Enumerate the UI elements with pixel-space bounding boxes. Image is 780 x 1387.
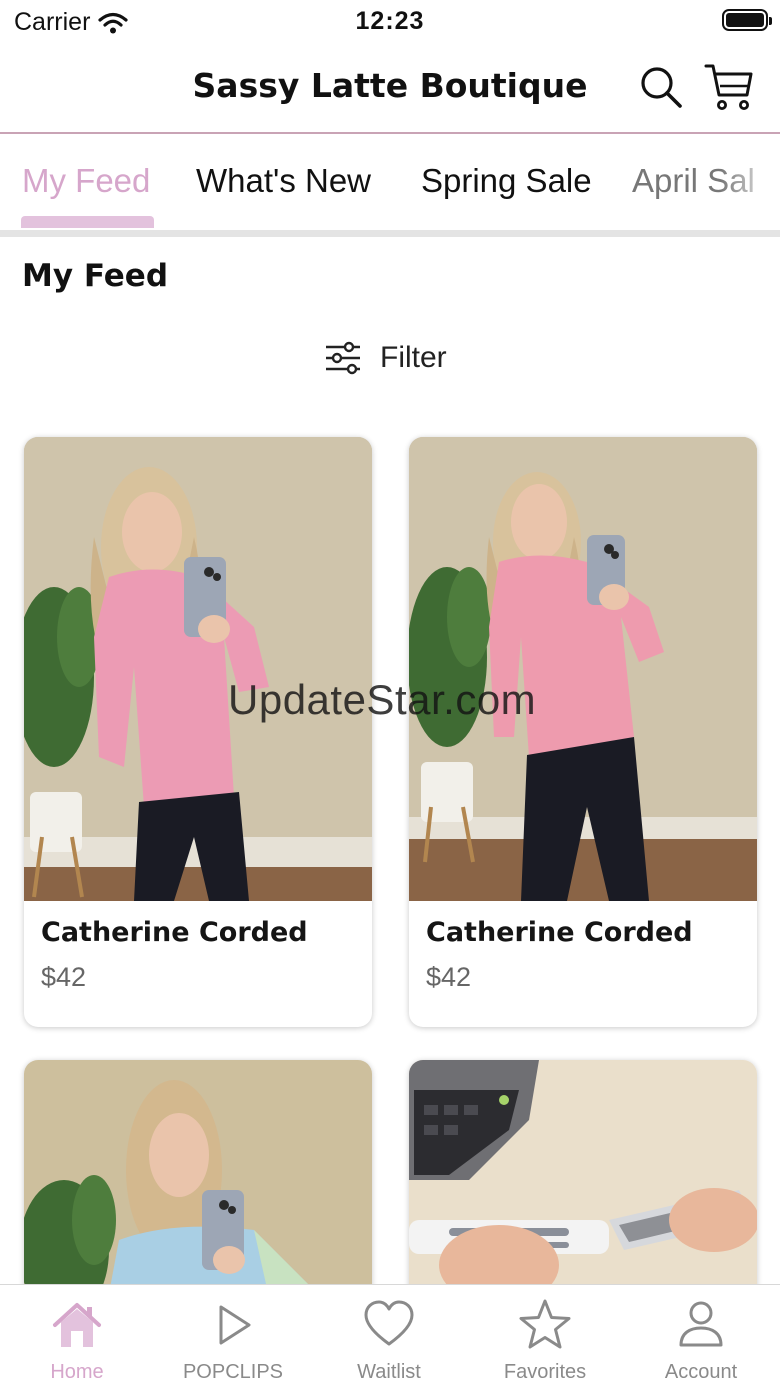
active-tab-indicator <box>21 216 154 228</box>
nav-label: POPCLIPS <box>182 1361 284 1383</box>
product-name: Catherine Corded <box>426 917 693 948</box>
tab-whats-new[interactable]: What's New <box>196 162 371 200</box>
nav-label: Account <box>664 1361 738 1383</box>
product-card[interactable] <box>409 1060 757 1320</box>
nav-popclips[interactable]: POPCLIPS <box>158 1297 308 1387</box>
tabs-divider <box>0 230 780 237</box>
cart-icon <box>704 64 753 111</box>
play-icon <box>205 1297 261 1353</box>
tab-spring-sale[interactable]: Spring Sale <box>421 162 592 200</box>
product-image <box>24 437 372 901</box>
filter-button[interactable]: Filter <box>324 338 447 378</box>
product-price: $42 <box>41 962 87 992</box>
product-card[interactable] <box>24 1060 372 1320</box>
product-card[interactable]: Catherine Corded $42 <box>24 437 372 1027</box>
product-image <box>409 437 757 901</box>
heart-icon <box>361 1297 417 1353</box>
category-tabs: My Feed What's New Spring Sale April Sal <box>0 136 780 230</box>
nav-home[interactable]: Home <box>2 1297 152 1387</box>
product-image <box>24 1060 372 1320</box>
product-card[interactable]: Catherine Corded $42 <box>409 437 757 1027</box>
bottom-nav: Home POPCLIPS Waitlist Favorites Account <box>0 1284 780 1387</box>
product-image <box>409 1060 757 1320</box>
search-icon <box>641 67 682 108</box>
tabs-fade <box>720 136 780 230</box>
status-bar: Carrier 12:23 <box>0 0 780 44</box>
nav-favorites[interactable]: Favorites <box>470 1297 620 1387</box>
filter-label: Filter <box>380 341 447 374</box>
home-icon <box>49 1297 105 1353</box>
nav-label: Favorites <box>503 1361 587 1383</box>
nav-waitlist[interactable]: Waitlist <box>314 1297 464 1387</box>
app-header: Sassy Latte Boutique <box>0 44 780 134</box>
product-price: $42 <box>426 962 472 992</box>
nav-label: Waitlist <box>357 1361 421 1383</box>
search-button[interactable] <box>636 62 686 112</box>
nav-account[interactable]: Account <box>626 1297 776 1387</box>
cart-button[interactable] <box>704 62 754 112</box>
sliders-icon <box>326 341 360 375</box>
battery-icon <box>722 9 772 31</box>
user-icon <box>673 1297 729 1353</box>
star-icon <box>517 1297 573 1353</box>
watermark: UpdateStar.com <box>228 676 537 723</box>
clock: 12:23 <box>355 7 425 35</box>
tab-my-feed[interactable]: My Feed <box>22 162 150 200</box>
section-title: My Feed <box>22 258 169 294</box>
nav-label: Home <box>50 1361 104 1383</box>
product-name: Catherine Corded <box>41 917 308 948</box>
